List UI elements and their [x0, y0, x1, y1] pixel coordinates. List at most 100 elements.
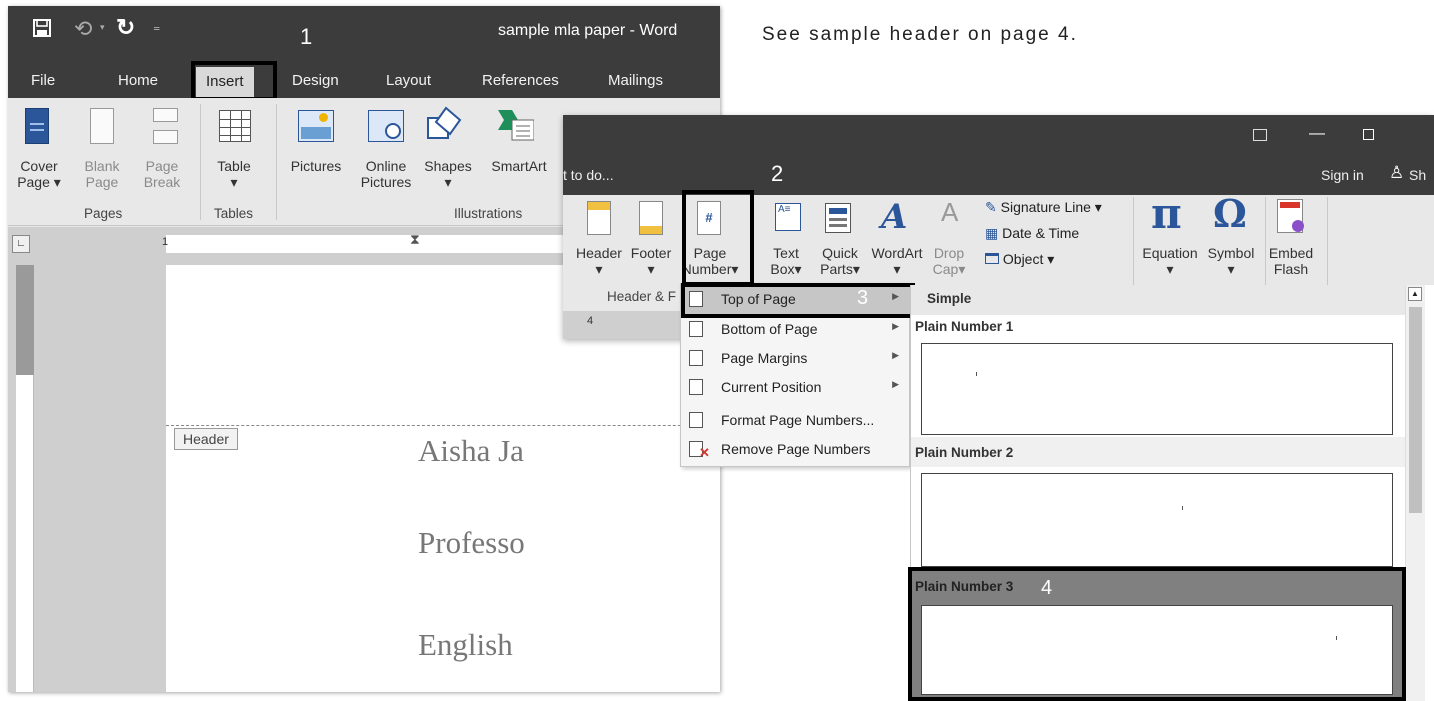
- title-bar: ⟲ ▾ ↻ ₌ 1 sample mla paper - Word: [8, 6, 720, 64]
- format-page-numbers-icon: [689, 412, 703, 428]
- submenu-arrow-icon: ▶: [892, 321, 899, 331]
- tab-design[interactable]: Design: [292, 72, 339, 89]
- equation-icon: π: [1151, 189, 1182, 238]
- tab-mailings[interactable]: Mailings: [608, 72, 663, 89]
- drop-cap-icon: A: [941, 197, 959, 227]
- highlight-box-page-number: [682, 190, 754, 286]
- online-pictures-icon: [368, 110, 404, 142]
- undo-dropdown-icon[interactable]: ▾: [100, 22, 105, 33]
- ruler-number: 4: [587, 315, 594, 327]
- ribbon-separator: [200, 104, 201, 220]
- footer-button[interactable]: Footer ▾: [623, 245, 679, 277]
- vertical-ruler: [16, 265, 34, 692]
- gallery-section-header: Simple: [911, 285, 1405, 315]
- signature-line-button[interactable]: ✎ Signature Line ▾: [985, 199, 1102, 216]
- scroll-up-icon[interactable]: ▲: [1408, 287, 1422, 301]
- date-time-icon: ▦: [985, 225, 999, 241]
- menu-item-page-margins[interactable]: Page Margins ▶: [681, 344, 909, 373]
- customize-qat-icon[interactable]: ₌: [153, 18, 160, 35]
- header-icon: [587, 201, 611, 235]
- minimize-icon[interactable]: —: [1309, 125, 1325, 143]
- blank-page-icon: [90, 108, 114, 144]
- menu-item-remove-page-numbers[interactable]: Remove Page Numbers ✕: [681, 435, 909, 464]
- header-divider: [166, 425, 720, 426]
- group-label-illustrations: Illustrations: [454, 206, 523, 221]
- wordart-icon: A: [881, 197, 908, 237]
- cover-page-button[interactable]: Cover Page ▾: [12, 158, 66, 190]
- scroll-thumb[interactable]: [1409, 307, 1422, 513]
- tab-file[interactable]: File: [31, 72, 55, 89]
- document-line-name: Aisha Ja: [418, 433, 524, 468]
- tab-layout[interactable]: Layout: [386, 72, 431, 89]
- online-pictures-button[interactable]: Online Pictures: [354, 158, 418, 190]
- share-icon[interactable]: ♙: [1389, 163, 1404, 183]
- gallery-item-plain-number-1[interactable]: Plain Number 1: [911, 315, 1405, 435]
- page-bottom-icon: [689, 321, 703, 337]
- menu-item-format-page-numbers[interactable]: Format Page Numbers...: [681, 406, 909, 435]
- pictures-button[interactable]: Pictures: [284, 158, 348, 174]
- header-tag: Header: [174, 428, 238, 450]
- undo-icon[interactable]: ⟲: [74, 16, 92, 42]
- restore-icon[interactable]: [1363, 129, 1374, 140]
- cover-page-icon: [25, 108, 49, 144]
- page-break-icon: [150, 108, 178, 144]
- embed-flash-button[interactable]: Embed Flash: [1267, 245, 1315, 277]
- signature-line-icon: ✎: [985, 199, 997, 215]
- save-icon[interactable]: [32, 18, 52, 38]
- gallery-thumbnail: [921, 473, 1393, 567]
- gallery-thumbnail: [921, 343, 1393, 435]
- ruler-strip: [563, 311, 683, 339]
- object-icon: [985, 253, 999, 264]
- highlight-box-insert-tab: [191, 61, 277, 101]
- ruler-number: 1: [162, 236, 169, 248]
- tab-references[interactable]: References: [482, 72, 559, 89]
- gallery-item-label-bar: Plain Number 2: [911, 437, 1405, 467]
- date-time-button[interactable]: ▦ Date & Time: [985, 225, 1079, 242]
- menu-item-current-position[interactable]: Current Position ▶: [681, 373, 909, 402]
- sign-in-link[interactable]: Sign in: [1321, 167, 1364, 183]
- smartart-icon: [498, 110, 535, 142]
- header-button[interactable]: Header ▾: [573, 245, 625, 277]
- highlight-box-top-of-page: [681, 283, 915, 318]
- table-button[interactable]: Table ▾: [208, 158, 260, 190]
- text-box-button[interactable]: Text Box▾: [763, 245, 809, 277]
- gallery-item-plain-number-2[interactable]: [911, 467, 1405, 567]
- submenu-arrow-icon: ▶: [892, 379, 899, 389]
- title-bar-2: — t to do... 2 Sign in ♙ Sh: [563, 115, 1434, 195]
- group-label-tables: Tables: [214, 206, 254, 221]
- share-button[interactable]: Sh: [1409, 167, 1426, 183]
- table-icon: [219, 110, 251, 142]
- gallery-scrollbar[interactable]: ▲: [1405, 285, 1425, 701]
- embed-flash-icon: [1277, 199, 1304, 233]
- pictures-icon: [298, 110, 334, 142]
- document-line-course: English: [418, 627, 513, 662]
- drop-cap-button[interactable]: Drop Cap▾: [927, 245, 971, 277]
- equation-button[interactable]: Equation ▾: [1137, 245, 1203, 277]
- object-button[interactable]: Object ▾: [985, 251, 1054, 268]
- step-2-marker: 2: [771, 161, 784, 186]
- symbol-icon: Ω: [1213, 191, 1247, 236]
- menu-item-bottom-of-page[interactable]: Bottom of Page ▶: [681, 315, 909, 344]
- quick-parts-button[interactable]: Quick Parts▾: [813, 245, 867, 277]
- ribbon-display-icon[interactable]: [1253, 129, 1267, 141]
- shapes-icon: [426, 104, 466, 144]
- group-label-header-footer: Header & F: [607, 289, 677, 304]
- redo-icon[interactable]: ↻: [116, 14, 135, 41]
- document-line-professor: Professo: [418, 525, 525, 560]
- blank-page-button[interactable]: Blank Page: [78, 158, 126, 190]
- smartart-button[interactable]: SmartArt: [482, 158, 556, 174]
- highlight-box-plain-number-3: [908, 567, 1406, 701]
- quick-parts-icon: [825, 203, 851, 233]
- footer-icon: [639, 201, 663, 235]
- word-window-insert-tab: ⟲ ▾ ↻ ₌ 1 sample mla paper - Word File H…: [8, 6, 720, 692]
- tab-home[interactable]: Home: [118, 72, 158, 89]
- submenu-arrow-icon: ▶: [892, 350, 899, 360]
- page-break-button[interactable]: Page Break: [138, 158, 186, 190]
- wordart-button[interactable]: WordArt ▾: [867, 245, 927, 277]
- tab-selector-icon[interactable]: ∟: [12, 235, 30, 253]
- shapes-button[interactable]: Shapes ▾: [420, 158, 476, 190]
- symbol-button[interactable]: Symbol ▾: [1203, 245, 1259, 277]
- tell-me-input[interactable]: t to do...: [563, 167, 614, 183]
- indent-marker-icon[interactable]: ⧗: [410, 231, 420, 248]
- ribbon-separator: [276, 104, 277, 220]
